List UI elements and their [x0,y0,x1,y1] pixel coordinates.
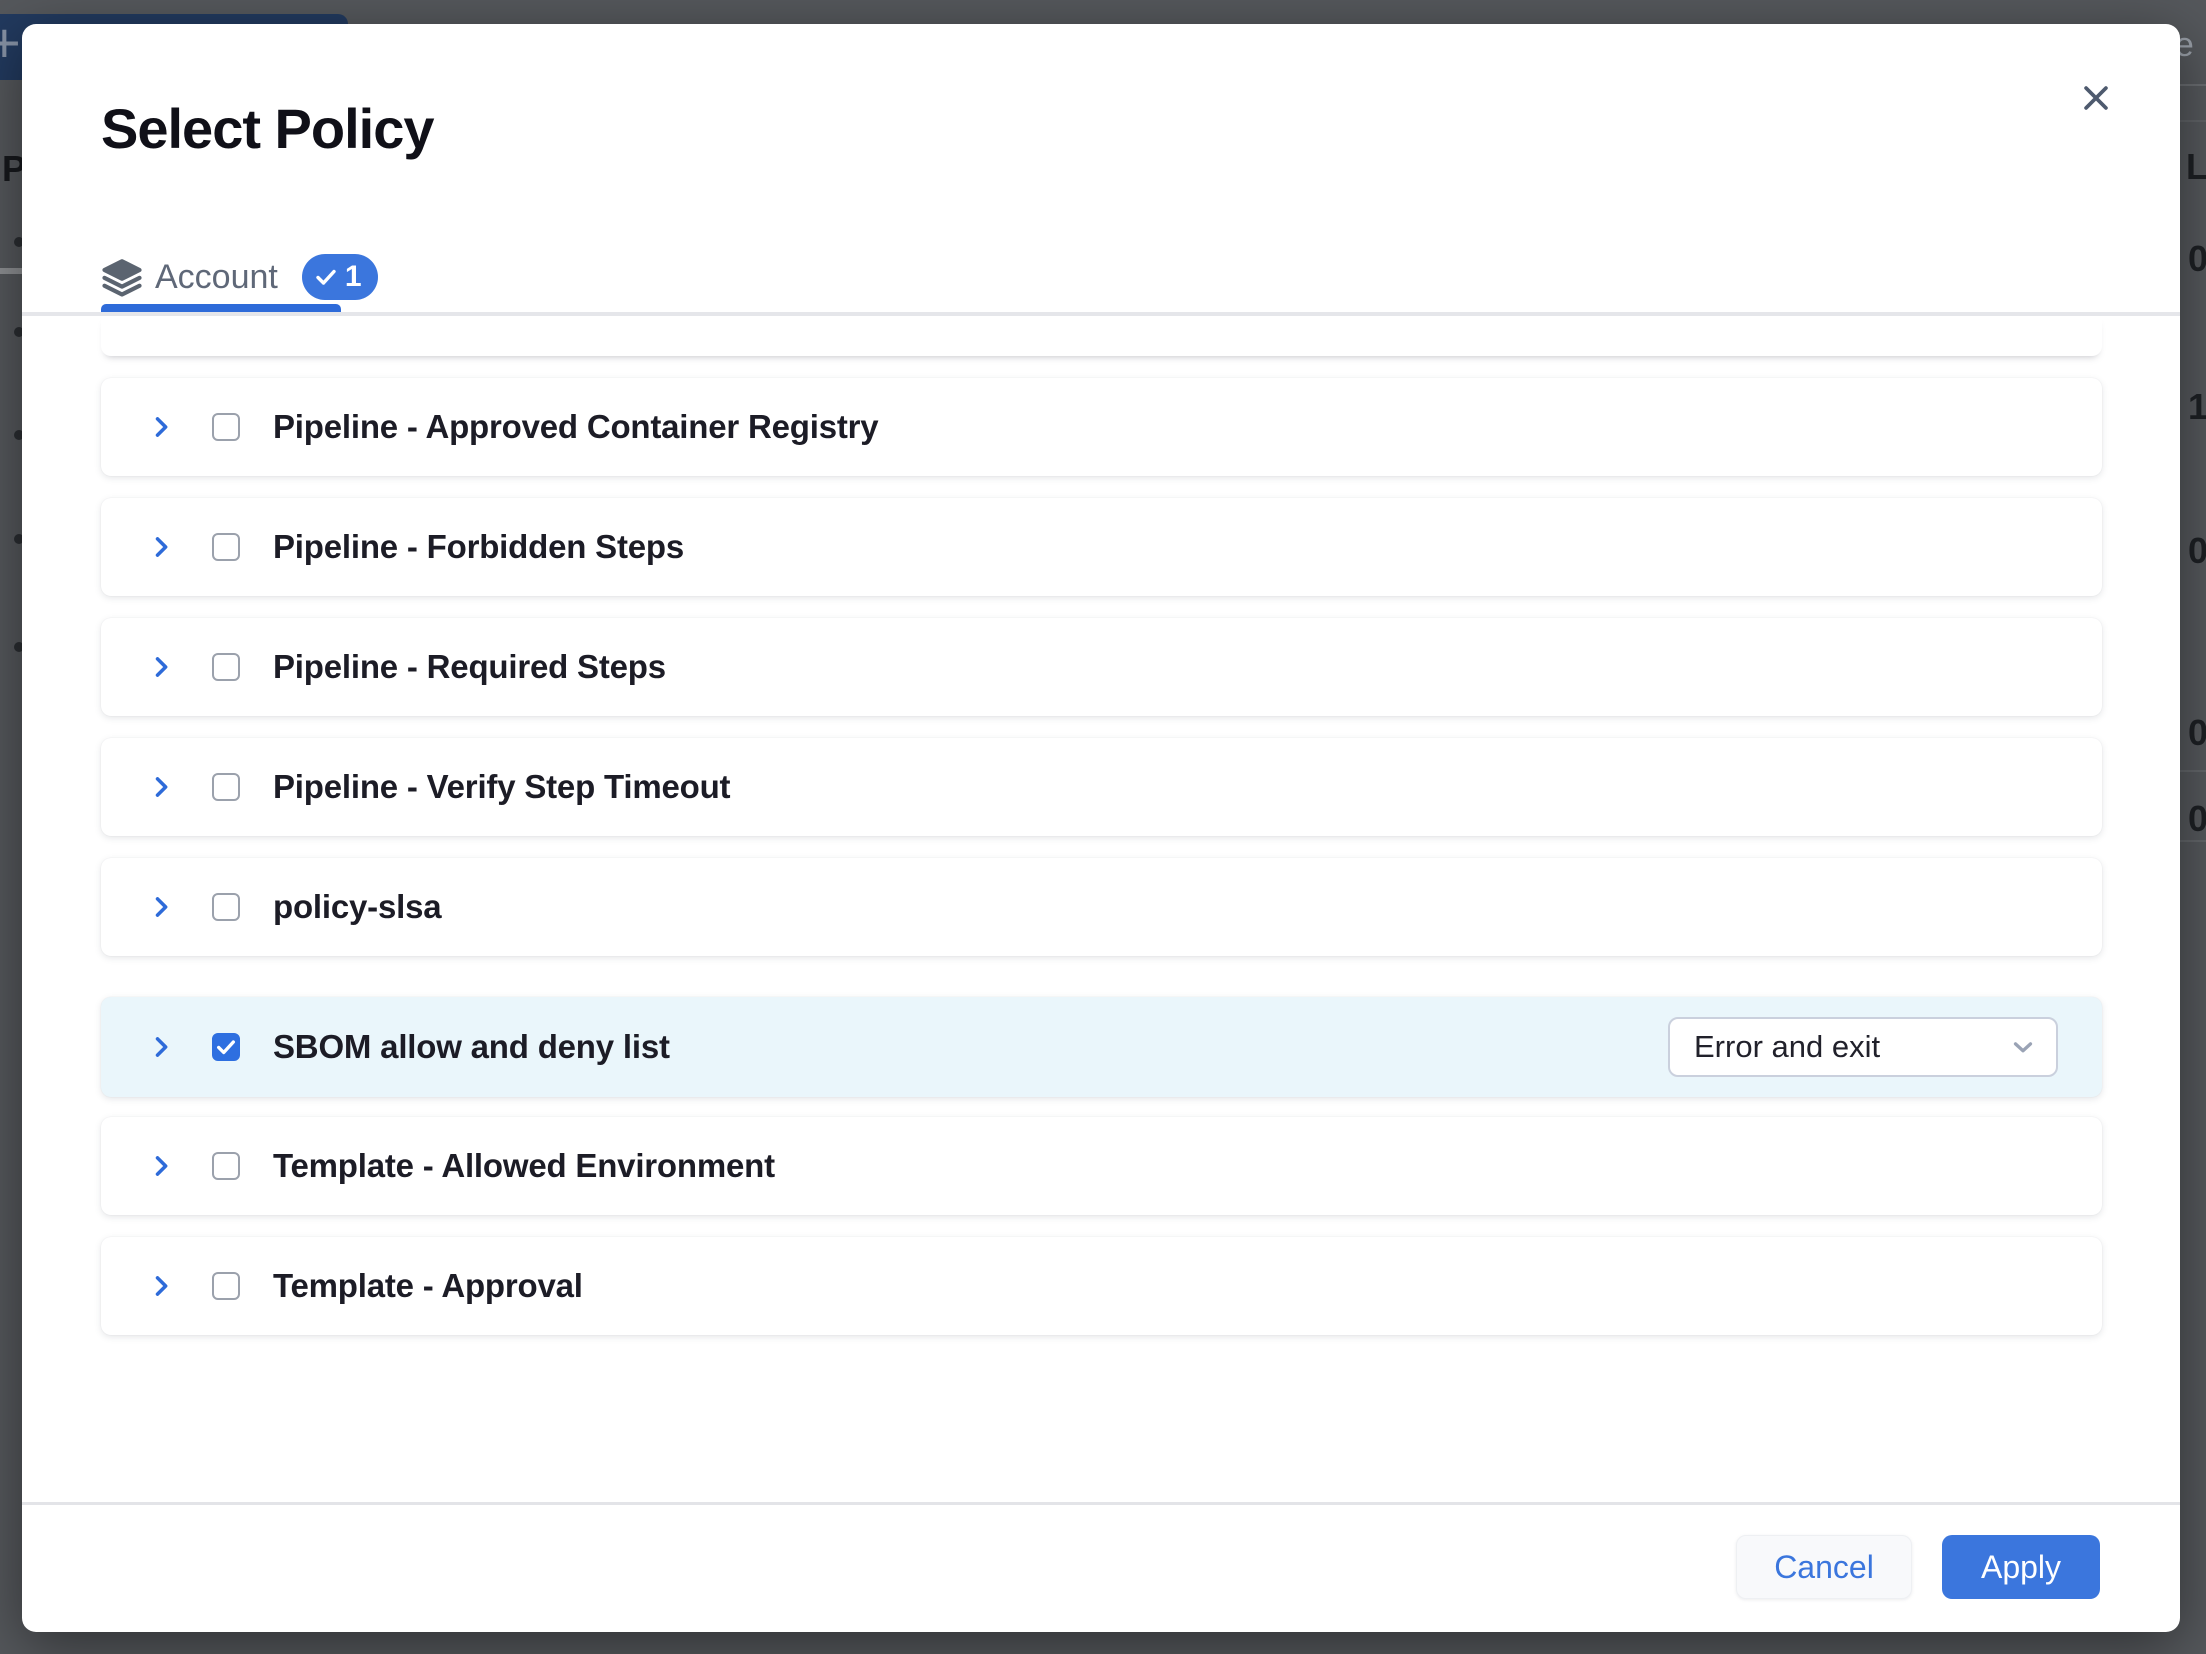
expand-chevron-icon[interactable] [147,1272,175,1300]
background-right-divider [2180,840,2206,842]
dialog-footer: Cancel Apply [22,1505,2100,1629]
check-icon [314,265,338,289]
expand-chevron-icon[interactable] [147,773,175,801]
policy-checkbox[interactable] [212,413,240,441]
tab-account-label: Account [155,258,278,297]
screen: + P ne L 0 1 0 0 0 Select Policy [0,0,2206,1654]
background-cell-value: 0 [2188,238,2206,280]
close-icon [2079,81,2113,115]
policy-checkbox[interactable] [212,1272,240,1300]
background-cell-value: 0 [2188,712,2206,754]
action-select[interactable]: Error and exit [1668,1017,2058,1077]
policy-name: Pipeline - Approved Container Registry [273,408,878,446]
action-select-value: Error and exit [1694,1029,1880,1065]
policy-checkbox[interactable] [212,533,240,561]
background-right-divider [2180,84,2206,86]
policy-checkbox[interactable] [212,773,240,801]
expand-chevron-icon[interactable] [147,653,175,681]
expand-chevron-icon[interactable] [147,1033,175,1061]
policy-name: Template - Approval [273,1267,583,1305]
policy-list: Pipeline - Approved Container Registry P… [101,316,2102,1335]
background-right-divider [2180,770,2206,772]
policy-name: Pipeline - Forbidden Steps [273,528,684,566]
scrolled-policy-row-partial[interactable] [101,316,2102,356]
expand-chevron-icon[interactable] [147,893,175,921]
expand-chevron-icon[interactable] [147,533,175,561]
policy-checkbox[interactable] [212,653,240,681]
policy-checkbox[interactable] [212,1152,240,1180]
policy-row[interactable]: Template - Approval [101,1237,2102,1335]
policy-name: SBOM allow and deny list [273,1028,670,1066]
layers-icon [101,256,143,298]
policy-row-selected[interactable]: SBOM allow and deny list Error and exit [101,997,2102,1097]
policy-row[interactable]: Pipeline - Forbidden Steps [101,498,2102,596]
background-right-column-header: L [2186,146,2206,188]
background-cell-value: 0 [2188,798,2206,840]
plus-icon: + [0,10,21,76]
selected-count-badge: 1 [302,254,378,300]
policy-row[interactable]: policy-slsa [101,858,2102,956]
policy-name: policy-slsa [273,888,441,926]
background-left-divider [0,268,22,274]
policy-row[interactable]: Pipeline - Verify Step Timeout [101,738,2102,836]
expand-chevron-icon[interactable] [147,413,175,441]
close-button[interactable] [2074,76,2118,120]
chevron-down-icon [2008,1032,2038,1062]
tab-account[interactable]: Account 1 [101,246,378,308]
policy-name: Template - Allowed Environment [273,1147,775,1185]
policy-row[interactable]: Pipeline - Required Steps [101,618,2102,716]
cancel-button[interactable]: Cancel [1736,1535,1912,1599]
apply-button[interactable]: Apply [1942,1535,2100,1599]
policy-checkbox[interactable] [212,1033,240,1061]
background-cell-value: 1 [2188,386,2206,428]
background-right-divider [2180,120,2206,122]
policy-checkbox[interactable] [212,893,240,921]
background-cell-value: 0 [2188,530,2206,572]
dialog-title: Select Policy [101,96,434,161]
policy-name: Pipeline - Verify Step Timeout [273,768,730,806]
expand-chevron-icon[interactable] [147,1152,175,1180]
policy-row[interactable]: Pipeline - Approved Container Registry [101,378,2102,476]
policy-name: Pipeline - Required Steps [273,648,666,686]
select-policy-dialog: Select Policy Account 1 Pipeline - Appro… [22,24,2180,1632]
policy-row[interactable]: Template - Allowed Environment [101,1117,2102,1215]
selected-count: 1 [345,260,362,294]
